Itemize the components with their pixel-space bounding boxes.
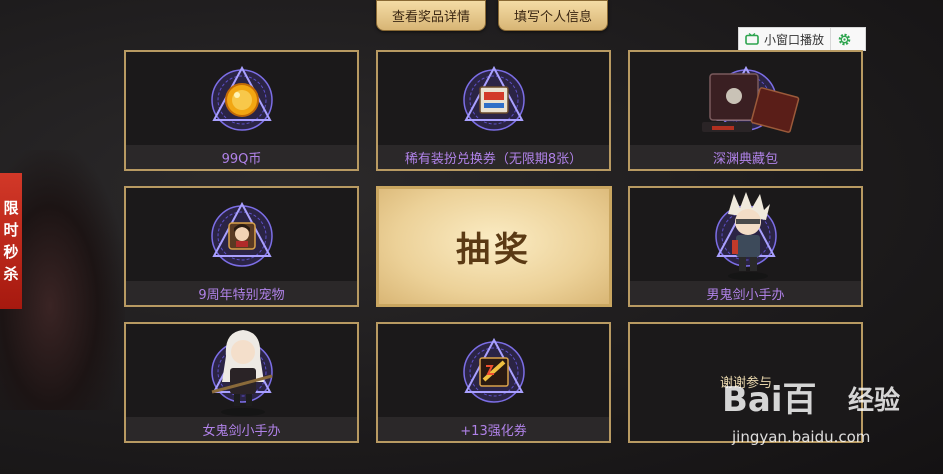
- prize-label: 99Q币: [126, 145, 357, 169]
- fill-personal-info-button[interactable]: 填写个人信息: [498, 0, 608, 31]
- prize-cell-male-slayer-figure[interactable]: 男鬼剑小手办: [628, 186, 863, 307]
- side-tag-char: 限: [3, 199, 19, 217]
- mini-window-play-label: 小窗口播放: [764, 32, 825, 47]
- prize-cell-thanks[interactable]: 谢谢参与: [628, 322, 863, 443]
- side-tag-char: 秒: [3, 243, 19, 261]
- prize-label: 男鬼剑小手办: [630, 281, 861, 305]
- pet-icon: [227, 222, 256, 250]
- prize-label: 女鬼剑小手办: [126, 417, 357, 441]
- prize-cell-female-slayer-figure[interactable]: 女鬼剑小手办: [124, 322, 359, 443]
- prize-label: 9周年特别宠物: [126, 281, 357, 305]
- side-tag-char: 杀: [3, 265, 19, 283]
- thanks-for-participating-label: 谢谢参与: [720, 376, 773, 391]
- prize-label: 深渊典藏包: [630, 145, 861, 169]
- gear-icon: [838, 33, 850, 45]
- limited-flash-sale-tab[interactable]: 限 时 秒 杀: [0, 173, 22, 309]
- prize-cell-q-coin[interactable]: 99Q币: [124, 50, 359, 171]
- view-prize-details-button[interactable]: 查看奖品详情: [376, 0, 486, 31]
- female-slayer-figure-icon: [211, 330, 273, 416]
- q-coin-icon: [224, 83, 259, 117]
- prize-cell-enhance-ticket[interactable]: +13强化券: [376, 322, 611, 443]
- tv-icon: [745, 33, 759, 45]
- collection-box-icon: [702, 73, 800, 133]
- prize-label: 稀有装扮兑换券（无限期8张）: [378, 145, 609, 169]
- prize-cell-coupon[interactable]: 稀有装扮兑换券（无限期8张）: [376, 50, 611, 171]
- mini-window-play-button[interactable]: 小窗口播放: [739, 28, 832, 50]
- enhance-ticket-icon: [478, 357, 509, 387]
- mini-player-bar: 小窗口播放: [738, 27, 866, 51]
- settings-button[interactable]: [831, 28, 857, 50]
- draw-lottery-button[interactable]: 抽奖: [376, 186, 612, 307]
- prize-cell-pet[interactable]: 9周年特别宠物: [124, 186, 359, 307]
- side-tag-char: 时: [3, 221, 19, 239]
- prize-label: +13强化券: [378, 417, 609, 441]
- prize-cell-collection-box[interactable]: 深渊典藏包: [628, 50, 863, 171]
- coupon-icon: [478, 86, 509, 114]
- male-slayer-figure-icon: [728, 192, 770, 280]
